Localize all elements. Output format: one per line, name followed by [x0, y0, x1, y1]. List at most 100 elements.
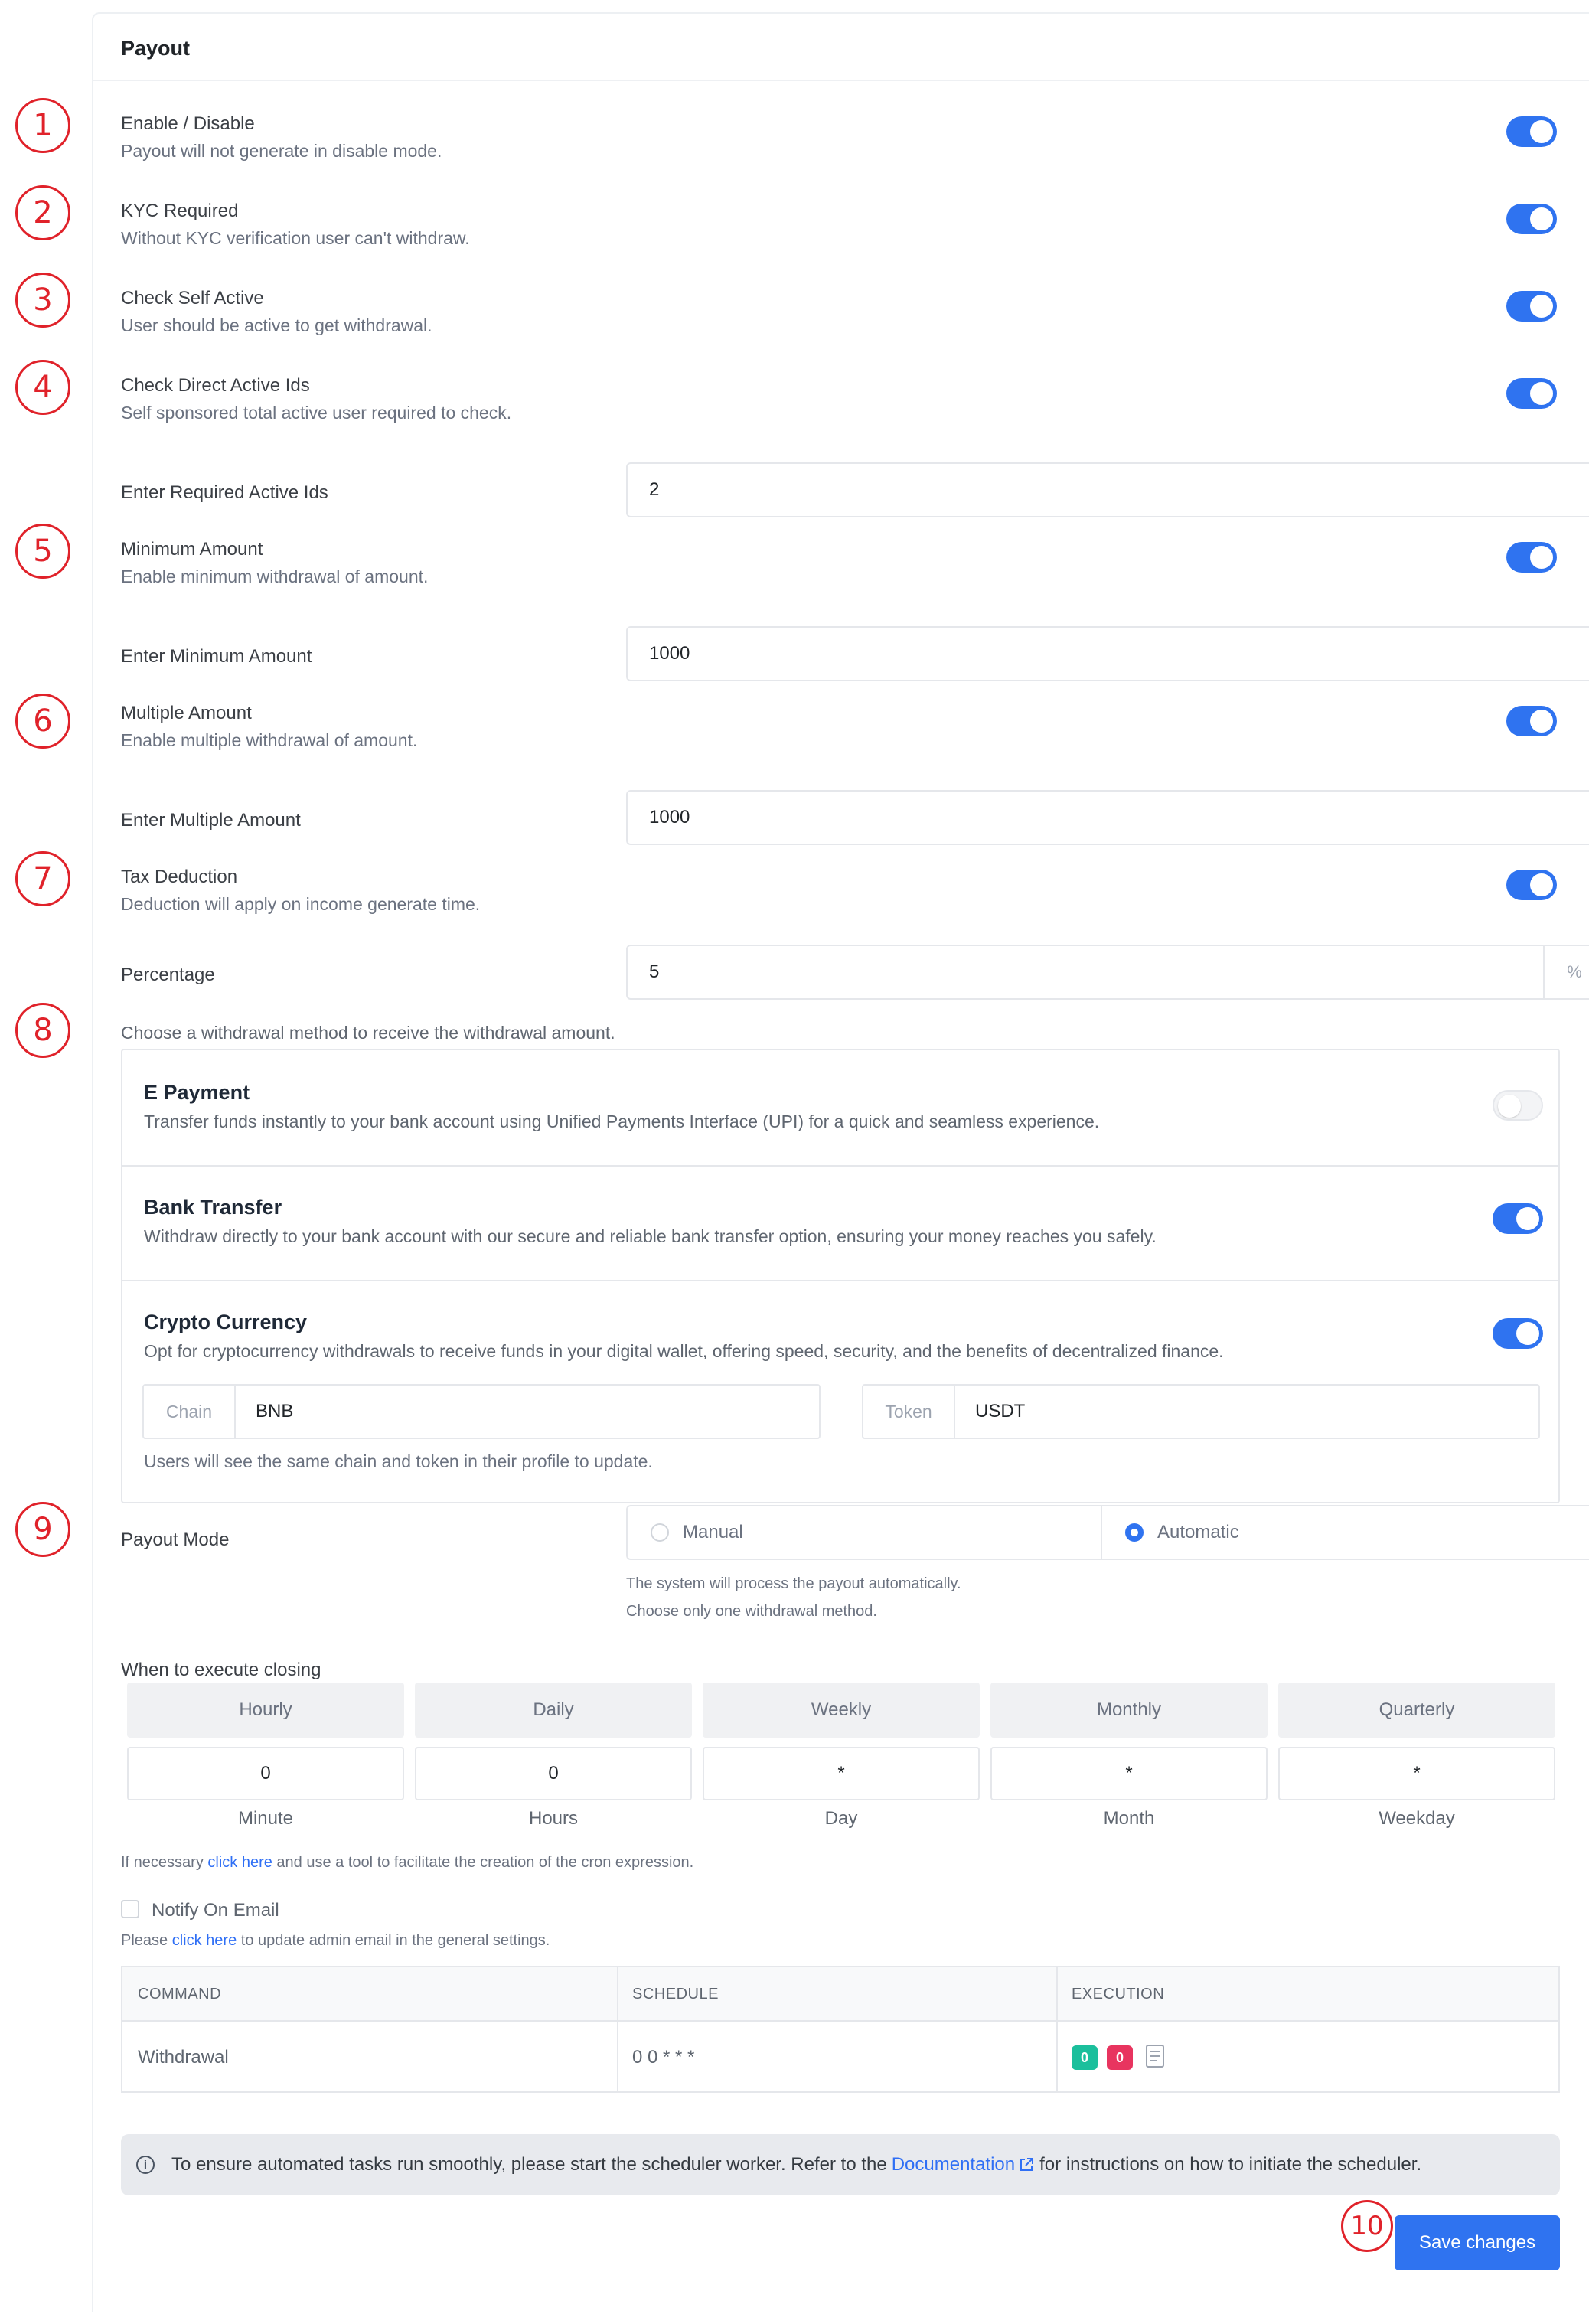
cron-month-input[interactable]: * [990, 1747, 1268, 1800]
cron-hours-label: Hours [528, 1808, 579, 1829]
cron-weekday-input[interactable]: * [1278, 1747, 1555, 1800]
required-active-ids-input[interactable]: 2 [626, 462, 1589, 517]
setting-enable-label: Enable / Disable [121, 113, 255, 134]
cron-help-prefix: If necessary [121, 1854, 208, 1871]
documentation-link[interactable]: Documentation [892, 2154, 1015, 2175]
method-title: E Payment [144, 1081, 250, 1104]
marker-6: 6 [15, 694, 70, 749]
percentage-input[interactable]: 5 [626, 945, 1545, 1000]
bank-transfer-toggle[interactable] [1493, 1203, 1543, 1234]
marker-7: 7 [15, 851, 70, 906]
th-command: COMMAND [138, 1986, 222, 2002]
notify-help-prefix: Please [121, 1932, 172, 1949]
th-execution: EXECUTION [1072, 1986, 1165, 2002]
setting-minimum-desc: Enable minimum withdrawal of amount. [121, 566, 429, 586]
cron-help-link[interactable]: click here [207, 1854, 272, 1871]
alert-prefix: To ensure automated tasks run smoothly, … [171, 2154, 887, 2175]
methods-intro: Choose a withdrawal method to receive th… [121, 1023, 615, 1043]
setting-multiple-desc: Enable multiple withdrawal of amount. [121, 730, 418, 750]
multiple-amount-label: Enter Multiple Amount [121, 810, 301, 831]
save-button[interactable]: Save changes [1395, 2215, 1560, 2270]
payout-mode-help-1: The system will process the payout autom… [626, 1575, 961, 1592]
automatic-label: Automatic [1157, 1522, 1239, 1542]
setting-tax-desc: Deduction will apply on income generate … [121, 894, 481, 914]
setting-self-active-label: Check Self Active [121, 288, 264, 308]
page-title: Payout [121, 37, 191, 60]
notify-help: Please click here to update admin email … [121, 1932, 550, 1950]
method-desc: Opt for cryptocurrency withdrawals to re… [144, 1341, 1224, 1361]
alert-suffix: for instructions on how to initiate the … [1039, 2154, 1422, 2175]
enable-toggle[interactable] [1506, 116, 1557, 147]
preset-daily-button[interactable]: Daily [415, 1683, 692, 1738]
multiple-amount-input[interactable]: 1000 [626, 790, 1589, 845]
chain-input-group[interactable]: Chain BNB [142, 1384, 821, 1439]
setting-direct-active-desc: Self sponsored total active user require… [121, 403, 512, 423]
success-count-badge: 0 [1072, 2045, 1098, 2070]
cron-minute-input[interactable]: 0 [127, 1747, 404, 1800]
cron-month-label: Month [1103, 1808, 1155, 1829]
multiple-amount-toggle[interactable] [1506, 706, 1557, 736]
notify-help-link[interactable]: click here [172, 1932, 237, 1949]
th-schedule: SCHEDULE [632, 1986, 719, 2002]
info-icon: i [136, 2156, 155, 2174]
cron-hours-input[interactable]: 0 [415, 1747, 692, 1800]
method-e-payment: E Payment Transfer funds instantly to yo… [122, 1050, 1558, 1165]
failed-count-badge: 0 [1107, 2045, 1133, 2070]
setting-kyc-desc: Without KYC verification user can't with… [121, 228, 470, 248]
setting-enable-desc: Payout will not generate in disable mode… [121, 141, 442, 161]
minimum-amount-input[interactable]: 1000 [626, 626, 1589, 681]
chain-value[interactable]: BNB [236, 1386, 819, 1438]
cron-minute-label: Minute [237, 1808, 294, 1829]
cron-help: If necessary click here and use a tool t… [121, 1854, 693, 1872]
percent-suffix: % [1543, 945, 1589, 1000]
cron-day-input[interactable]: * [703, 1747, 980, 1800]
payout-mode-manual[interactable]: Manual [626, 1505, 1102, 1560]
automatic-radio[interactable] [1125, 1523, 1144, 1542]
minimum-amount-label: Enter Minimum Amount [121, 646, 312, 667]
kyc-toggle[interactable] [1506, 204, 1557, 234]
marker-2: 2 [15, 185, 70, 240]
method-title: Crypto Currency [144, 1311, 308, 1333]
tax-deduction-toggle[interactable] [1506, 870, 1557, 900]
table-header: COMMAND SCHEDULE EXECUTION [122, 1967, 1558, 2022]
token-value[interactable]: USDT [955, 1386, 1538, 1438]
chain-label: Chain [144, 1386, 236, 1438]
manual-radio[interactable] [651, 1523, 669, 1542]
log-file-icon[interactable] [1145, 2044, 1165, 2068]
method-crypto: Crypto Currency Opt for cryptocurrency w… [122, 1281, 1558, 1503]
external-link-icon[interactable] [1018, 2156, 1035, 2173]
setting-minimum-label: Minimum Amount [121, 539, 263, 560]
withdrawal-methods: E Payment Transfer funds instantly to yo… [121, 1049, 1560, 1503]
scheduler-table: COMMAND SCHEDULE EXECUTION Withdrawal 0 … [121, 1966, 1560, 2093]
closing-label: When to execute closing [121, 1660, 321, 1680]
notify-help-suffix: to update admin email in the general set… [237, 1932, 550, 1949]
setting-direct-active-label: Check Direct Active Ids [121, 375, 310, 396]
scheduler-alert: i To ensure automated tasks run smoothly… [121, 2134, 1560, 2195]
payout-mode-automatic[interactable]: Automatic [1101, 1505, 1589, 1560]
payout-mode-label: Payout Mode [121, 1529, 230, 1550]
setting-kyc-label: KYC Required [121, 201, 239, 221]
crypto-toggle[interactable] [1493, 1318, 1543, 1349]
table-cell-schedule: 0 0 * * * [632, 2047, 695, 2068]
marker-1: 1 [15, 98, 70, 153]
divider [1056, 1967, 1058, 2091]
minimum-amount-toggle[interactable] [1506, 542, 1557, 573]
token-input-group[interactable]: Token USDT [862, 1384, 1540, 1439]
e-payment-toggle[interactable] [1493, 1090, 1543, 1121]
preset-monthly-button[interactable]: Monthly [990, 1683, 1268, 1738]
method-bank-transfer: Bank Transfer Withdraw directly to your … [122, 1167, 1558, 1280]
crypto-help: Users will see the same chain and token … [144, 1451, 653, 1471]
required-active-ids-label: Enter Required Active Ids [121, 482, 328, 503]
preset-hourly-button[interactable]: Hourly [127, 1683, 404, 1738]
card-header: Payout [93, 14, 1589, 81]
marker-10: 10 [1341, 2200, 1393, 2252]
marker-8: 8 [15, 1003, 70, 1058]
notify-email-label: Notify On Email [152, 1900, 279, 1921]
direct-active-toggle[interactable] [1506, 378, 1557, 409]
preset-quarterly-button[interactable]: Quarterly [1278, 1683, 1555, 1738]
notify-email-checkbox[interactable] [121, 1900, 139, 1918]
cron-day-label: Day [824, 1808, 858, 1829]
method-title: Bank Transfer [144, 1196, 282, 1219]
preset-weekly-button[interactable]: Weekly [703, 1683, 980, 1738]
self-active-toggle[interactable] [1506, 291, 1557, 322]
